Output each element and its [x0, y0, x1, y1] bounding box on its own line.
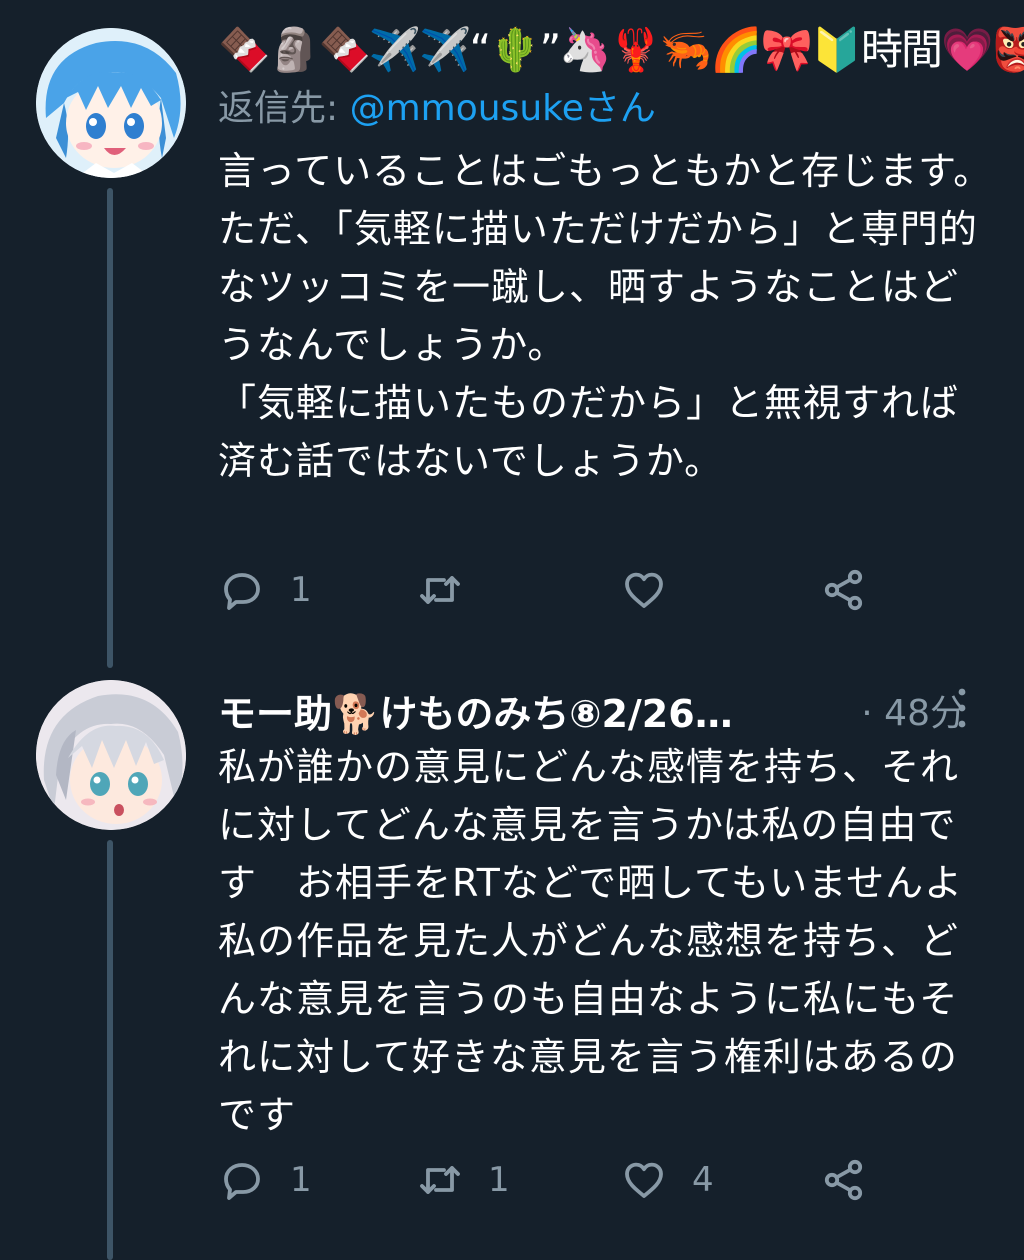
share-button[interactable] [820, 560, 868, 620]
reply-to: 返信先: @mmousukeさん [218, 84, 656, 134]
reply-icon [224, 1163, 260, 1200]
tweet[interactable]: モー助🐕けものみち⑧2/26… · 48分 私が誰かの意見にどんな感情を持ち、そ… [0, 650, 1024, 1260]
like-button[interactable] [620, 560, 692, 620]
retweet-button[interactable]: 1 [416, 1150, 510, 1210]
like-icon [625, 1162, 663, 1198]
thread-line [107, 188, 113, 668]
like-icon [625, 572, 663, 608]
reply-prefix: 返信先: [218, 88, 350, 129]
tweet-text: 言っていることはごもっともかと存じます。 ただ、「気軽に描いただけだから」と専門… [218, 149, 993, 483]
reply-button[interactable]: 1 [218, 1150, 312, 1210]
share-button[interactable] [820, 1150, 868, 1210]
tweet-text: 私が誰かの意見にどんな感情を持ち、それに対してどんな意見を言うかは私の自由です … [218, 745, 1003, 1137]
tweet[interactable]: 🍫🗿🍫✈️✈️“🌵”🦄🦞🦐🌈🎀🔰時間💗👺🍼 返信先: @mmousukeさん 言… [0, 0, 1024, 668]
retweet-icon [420, 576, 460, 604]
reply-handle-link[interactable]: @mmousukeさん [350, 88, 656, 129]
action-bar: 1 [218, 560, 918, 620]
thread-line [107, 840, 113, 1260]
share-icon [824, 1159, 863, 1201]
timestamp[interactable]: · 48分 [861, 684, 966, 736]
reply-icon [224, 573, 260, 610]
share-icon [824, 569, 863, 611]
retweet-icon [420, 1166, 460, 1194]
more-icon[interactable] [958, 686, 966, 730]
display-name[interactable]: 🍫🗿🍫✈️✈️“🌵”🦄🦞🦐🌈🎀🔰時間💗👺🍼 [218, 20, 1024, 80]
retweet-button[interactable] [416, 560, 488, 620]
avatar[interactable] [36, 680, 186, 830]
like-button[interactable]: 4 [620, 1150, 714, 1210]
avatar[interactable] [36, 28, 186, 178]
reply-count: 1 [290, 570, 312, 610]
reply-button[interactable]: 1 [218, 560, 312, 620]
like-count: 4 [692, 1160, 714, 1200]
tweet-header: モー助🐕けものみち⑧2/26… · 48分 [218, 680, 1008, 740]
action-bar: 1 1 4 [218, 1150, 918, 1210]
retweet-count: 1 [488, 1160, 510, 1200]
reply-count: 1 [290, 1160, 312, 1200]
display-name[interactable]: モー助🐕けものみち⑧2/26… [218, 683, 733, 738]
